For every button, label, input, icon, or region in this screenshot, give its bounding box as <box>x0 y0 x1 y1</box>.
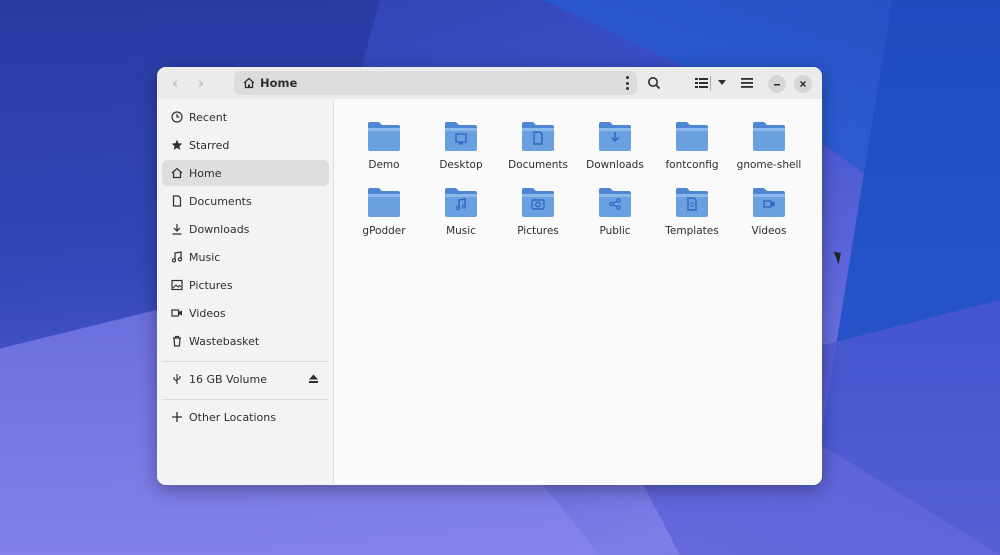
sidebar-item-label: 16 GB Volume <box>189 372 267 386</box>
forward-button[interactable]: › <box>188 70 214 96</box>
minimize-icon <box>774 84 780 86</box>
folder-icon <box>599 122 631 151</box>
home-icon <box>170 166 184 180</box>
file-item[interactable]: Documents <box>500 119 576 183</box>
file-name: gnome-shell <box>736 159 802 171</box>
close-button[interactable] <box>794 75 812 93</box>
list-view-icon <box>695 78 708 88</box>
file-name: gPodder <box>362 225 406 237</box>
separator <box>710 76 711 90</box>
file-name: Public <box>599 225 631 237</box>
folder-icon <box>445 122 477 151</box>
view-toggle-button[interactable] <box>692 73 712 93</box>
sidebar-item-label: Videos <box>189 306 226 320</box>
eject-icon[interactable] <box>307 373 319 385</box>
file-item[interactable]: fontconfig <box>654 119 730 183</box>
sidebar-item-downloads[interactable]: Downloads <box>162 216 329 242</box>
main-menu-button[interactable] <box>737 73 757 93</box>
mouse-cursor-icon <box>833 249 845 265</box>
folder-icon <box>753 122 785 151</box>
picture-icon <box>170 278 184 292</box>
path-menu-icon[interactable] <box>625 76 629 90</box>
usb-icon <box>170 372 184 386</box>
sidebar-item-volume[interactable]: 16 GB Volume <box>162 366 329 392</box>
folder-icon <box>522 188 554 217</box>
sidebar-separator <box>162 399 329 400</box>
file-item[interactable]: gnome-shell <box>731 119 807 183</box>
sidebar-item-label: Recent <box>189 110 228 124</box>
sidebar-item-music[interactable]: Music <box>162 244 329 270</box>
search-button[interactable] <box>644 73 664 93</box>
folder-icon <box>753 188 785 217</box>
sidebar: Recent Starred Home Documents Downloads … <box>157 99 334 485</box>
home-icon <box>242 76 256 90</box>
sidebar-item-starred[interactable]: Starred <box>162 132 329 158</box>
folder-icon <box>676 188 708 217</box>
sidebar-item-label: Starred <box>189 138 230 152</box>
sidebar-item-label: Documents <box>189 194 252 208</box>
path-bar[interactable]: Home <box>234 71 637 95</box>
folder-icon <box>445 188 477 217</box>
file-name: Music <box>446 225 476 237</box>
clock-icon <box>170 110 184 124</box>
file-name: fontconfig <box>665 159 719 171</box>
file-item[interactable]: Demo <box>346 119 422 183</box>
chevron-left-icon: ‹ <box>172 74 178 92</box>
folder-icon <box>676 122 708 151</box>
file-item[interactable]: Desktop <box>423 119 499 183</box>
path-label[interactable]: Home <box>260 76 297 90</box>
file-grid: Demo Desktop Documents Downloads fontcon… <box>335 99 822 485</box>
chevron-down-icon <box>718 80 726 85</box>
file-item[interactable]: Public <box>577 185 653 249</box>
view-options-button[interactable] <box>712 73 732 93</box>
sidebar-item-videos[interactable]: Videos <box>162 300 329 326</box>
file-item[interactable]: Music <box>423 185 499 249</box>
file-item[interactable]: Pictures <box>500 185 576 249</box>
chevron-right-icon: › <box>198 74 204 92</box>
sidebar-separator <box>162 361 329 362</box>
plus-icon <box>170 410 184 424</box>
download-icon <box>170 222 184 236</box>
file-item[interactable]: gPodder <box>346 185 422 249</box>
file-name: Downloads <box>586 159 644 171</box>
close-icon <box>799 80 807 88</box>
trash-icon <box>170 334 184 348</box>
file-item[interactable]: Downloads <box>577 119 653 183</box>
music-icon <box>170 250 184 264</box>
file-name: Demo <box>368 159 400 171</box>
search-icon <box>648 77 661 90</box>
sidebar-item-label: Music <box>189 250 221 264</box>
folder-icon <box>599 188 631 217</box>
sidebar-item-recent[interactable]: Recent <box>162 104 329 130</box>
file-name: Desktop <box>439 159 483 171</box>
sidebar-item-label: Pictures <box>189 278 233 292</box>
sidebar-item-label: Home <box>189 166 222 180</box>
folder-icon <box>368 188 400 217</box>
file-name: Pictures <box>517 225 559 237</box>
sidebar-item-home[interactable]: Home <box>162 160 329 186</box>
sidebar-item-other-locations[interactable]: Other Locations <box>162 404 329 430</box>
header-bar: ‹ › Home <box>157 67 822 99</box>
sidebar-item-wastebasket[interactable]: Wastebasket <box>162 328 329 354</box>
file-name: Documents <box>508 159 568 171</box>
sidebar-item-label: Wastebasket <box>189 334 260 348</box>
back-button[interactable]: ‹ <box>162 70 188 96</box>
sidebar-item-pictures[interactable]: Pictures <box>162 272 329 298</box>
file-item[interactable]: Videos <box>731 185 807 249</box>
file-name: Templates <box>665 225 719 237</box>
sidebar-item-label: Downloads <box>189 222 250 236</box>
document-icon <box>170 194 184 208</box>
file-item[interactable]: Templates <box>654 185 730 249</box>
folder-icon <box>368 122 400 151</box>
file-manager-window: ‹ › Home Recent Starred Home Documents D… <box>157 67 822 485</box>
hamburger-menu-icon <box>741 78 753 88</box>
video-icon <box>170 306 184 320</box>
sidebar-item-documents[interactable]: Documents <box>162 188 329 214</box>
sidebar-item-label: Other Locations <box>189 410 276 424</box>
file-name: Videos <box>751 225 787 237</box>
star-icon <box>170 138 184 152</box>
minimize-button[interactable] <box>768 75 786 93</box>
folder-icon <box>522 122 554 151</box>
